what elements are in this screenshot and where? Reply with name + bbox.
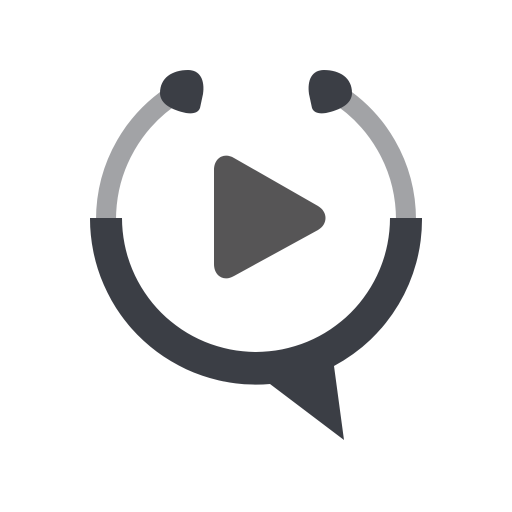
stethoscope-play-icon — [0, 0, 512, 512]
app-icon — [0, 0, 512, 512]
